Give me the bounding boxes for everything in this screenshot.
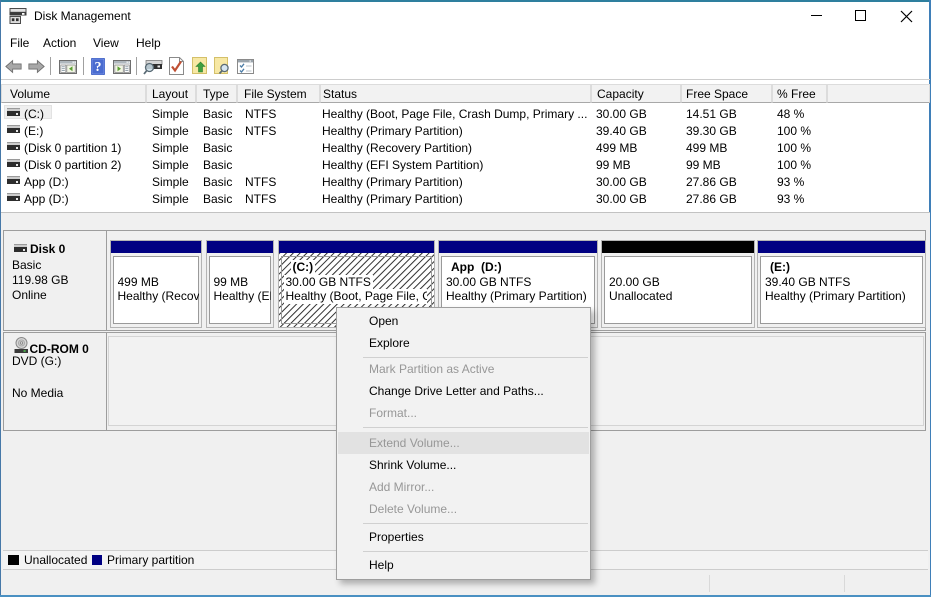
svg-text:?: ? bbox=[95, 60, 102, 75]
